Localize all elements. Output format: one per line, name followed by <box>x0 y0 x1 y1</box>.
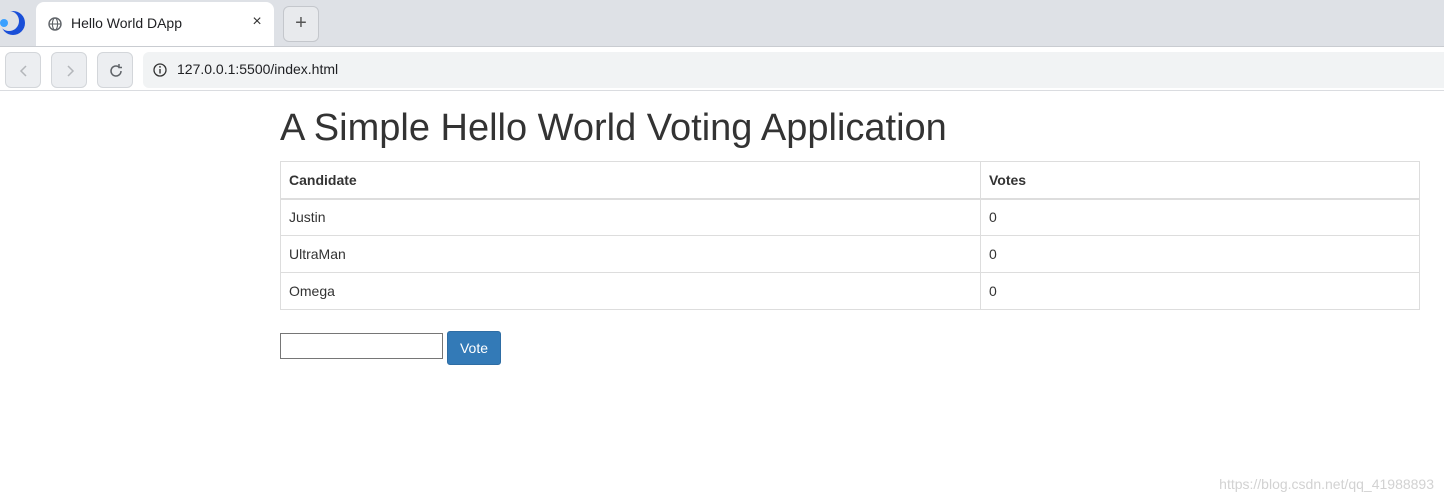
candidate-column-header: Candidate <box>280 161 981 200</box>
info-icon[interactable] <box>153 63 167 77</box>
table-row: Justin 0 <box>280 198 1420 236</box>
new-tab-button[interactable]: + <box>283 6 319 42</box>
tab-hello-world-dapp[interactable]: Hello World DApp × <box>36 2 274 47</box>
page-title: A Simple Hello World Voting Application <box>280 107 947 149</box>
url-text[interactable]: 127.0.0.1:5500/index.html <box>177 61 338 77</box>
table-row: Omega 0 <box>280 272 1420 310</box>
table-header-row: Candidate Votes <box>280 161 1420 200</box>
vote-count: 0 <box>980 272 1420 310</box>
votes-column-header: Votes <box>980 161 1420 200</box>
candidates-table: Candidate Votes Justin 0 UltraMan 0 Omeg… <box>280 161 1420 310</box>
reload-icon <box>110 64 122 77</box>
vote-count: 0 <box>980 198 1420 236</box>
browser-toolbar: 127.0.0.1:5500/index.html <box>0 46 1444 91</box>
candidate-input[interactable] <box>280 333 443 359</box>
candidate-name: Justin <box>280 198 981 236</box>
back-arrow-icon <box>19 65 27 77</box>
tab-title: Hello World DApp <box>71 15 183 31</box>
candidate-name: UltraMan <box>280 235 981 273</box>
back-button[interactable] <box>5 52 41 88</box>
vote-button[interactable]: Vote <box>447 331 501 365</box>
tab-strip: Hello World DApp × + <box>0 0 1444 47</box>
forward-button[interactable] <box>51 52 87 88</box>
vote-count: 0 <box>980 235 1420 273</box>
candidate-name: Omega <box>280 272 981 310</box>
reload-button[interactable] <box>97 52 133 88</box>
browser-logo-icon <box>0 10 28 36</box>
forward-arrow-icon <box>67 65 75 77</box>
address-bar[interactable]: 127.0.0.1:5500/index.html <box>143 52 1444 88</box>
page-content: A Simple Hello World Voting Application … <box>0 91 1444 502</box>
table-row: UltraMan 0 <box>280 235 1420 273</box>
globe-icon <box>48 17 62 31</box>
close-icon[interactable]: × <box>248 13 266 31</box>
watermark-text: https://blog.csdn.net/qq_41988893 <box>1219 476 1434 492</box>
browser-window: Hello World DApp × + 127.0.0.1:5500/inde… <box>0 0 1444 502</box>
